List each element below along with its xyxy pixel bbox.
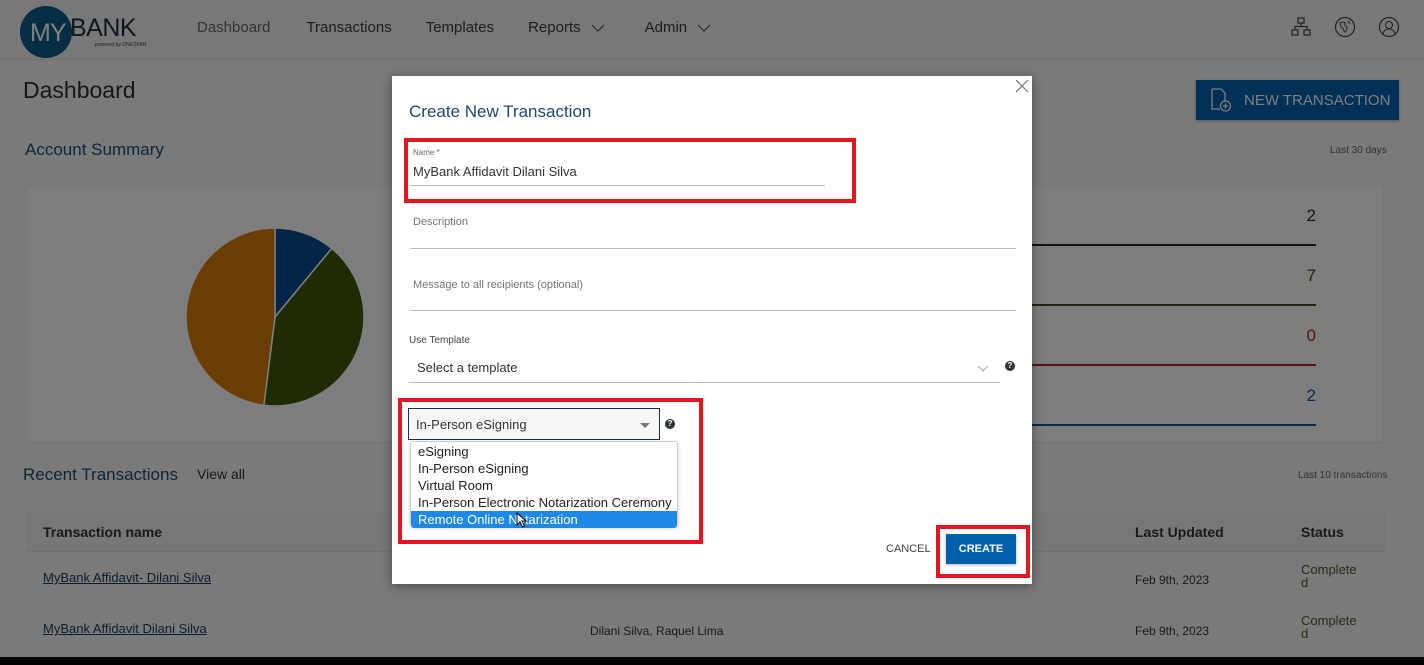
caret-down-icon [640, 423, 650, 428]
help-icon[interactable]: ? [665, 419, 675, 429]
name-field-label: Name * [413, 148, 440, 157]
template-select[interactable]: Select a template [409, 355, 999, 383]
cancel-button[interactable]: CANCEL [886, 543, 931, 555]
dropdown-option-virtual-room[interactable]: Virtual Room [411, 477, 677, 494]
create-transaction-dialog: Create New Transaction Name * Use Templa… [392, 76, 1032, 584]
message-underline [410, 310, 1016, 311]
template-select-value: Select a template [417, 360, 518, 375]
dialog-title: Create New Transaction [409, 102, 592, 121]
name-input[interactable] [413, 164, 823, 179]
dropdown-option-esigning[interactable]: eSigning [411, 443, 677, 460]
dropdown-option-in-person-esigning[interactable]: In-Person eSigning [411, 460, 677, 477]
transaction-type-select[interactable]: In-Person eSigning [408, 408, 660, 440]
description-input[interactable] [413, 216, 1013, 228]
dropdown-option-in-person-notarization[interactable]: In-Person Electronic Notarization Ceremo… [411, 494, 677, 511]
description-underline [410, 248, 1016, 249]
name-underline [410, 185, 825, 186]
message-input[interactable] [413, 279, 1013, 291]
create-button[interactable]: CREATE [946, 534, 1016, 564]
use-template-label: Use Template [409, 335, 470, 346]
template-underline [409, 382, 1000, 383]
help-icon[interactable]: ? [1005, 361, 1015, 371]
mouse-cursor-icon [516, 512, 528, 528]
app-window: MY BANK powered by ONESPAN Dashboard Tra… [0, 0, 1424, 657]
dropdown-option-remote-online-notarization[interactable]: Remote Online Notarization [411, 511, 677, 528]
transaction-type-value: In-Person eSigning [416, 417, 527, 432]
chevron-down-icon [977, 365, 989, 372]
close-icon[interactable] [1014, 78, 1030, 94]
screen-bottom-edge [0, 657, 1424, 665]
transaction-type-dropdown: eSigning In-Person eSigning Virtual Room… [410, 441, 678, 528]
